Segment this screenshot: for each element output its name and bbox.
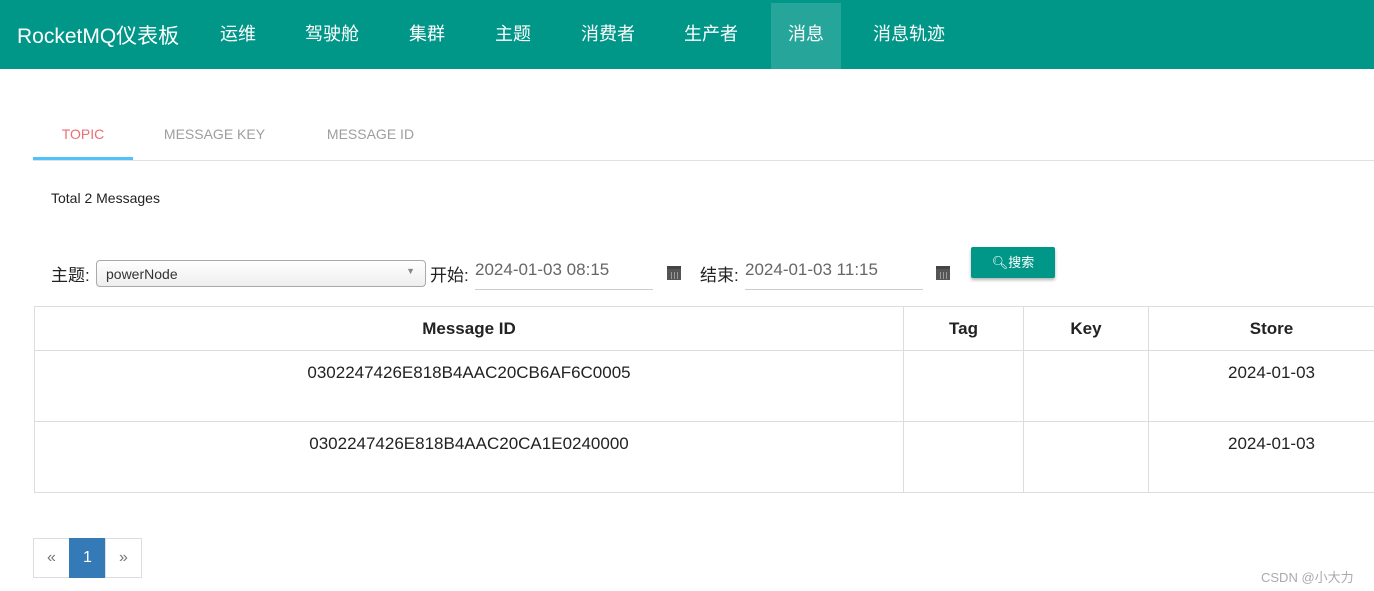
- col-message-id: Message ID: [34, 306, 904, 351]
- tab-message-key[interactable]: MESSAGE KEY: [148, 110, 281, 160]
- start-label: 开始:: [430, 266, 469, 285]
- message-id: 0302247426E818B4AAC20CA1E0240000: [34, 421, 904, 493]
- nav-cluster[interactable]: 集群: [392, 3, 462, 69]
- next-page-button[interactable]: »: [105, 538, 142, 578]
- key: [1023, 350, 1149, 422]
- topic-select[interactable]: powerNode ▼: [96, 260, 426, 287]
- col-tag: Tag: [903, 306, 1024, 351]
- calendar-icon[interactable]: [667, 266, 681, 280]
- end-label: 结束:: [700, 266, 739, 285]
- table-header: Message ID Tag Key Store: [34, 306, 1374, 351]
- tab-topic[interactable]: TOPIC: [33, 110, 133, 160]
- pagination: « 1 »: [33, 538, 142, 578]
- prev-page-button[interactable]: «: [33, 538, 70, 578]
- nav-consumer[interactable]: 消费者: [564, 3, 652, 69]
- calendar-icon[interactable]: [936, 266, 950, 280]
- nav-message[interactable]: 消息: [771, 3, 841, 69]
- top-navbar: RocketMQ仪表板 运维 驾驶舱 集群 主题 消费者 生产者 消息 消息轨迹: [0, 0, 1374, 69]
- nav-ops[interactable]: 运维: [203, 3, 273, 69]
- nav-dashboard[interactable]: 驾驶舱: [288, 3, 376, 69]
- start-time-input[interactable]: 2024-01-03 08:15: [475, 257, 653, 290]
- store-time: 2024-01-03: [1148, 350, 1374, 422]
- message-id: 0302247426E818B4AAC20CB6AF6C0005: [34, 350, 904, 422]
- tag: [903, 421, 1024, 493]
- page-1-button[interactable]: 1: [69, 538, 106, 578]
- brand[interactable]: RocketMQ仪表板: [17, 20, 179, 50]
- watermark: CSDN @小大力: [1261, 570, 1354, 585]
- nav-topic[interactable]: 主题: [478, 3, 548, 69]
- search-button[interactable]: 🔍︎搜索: [971, 247, 1055, 278]
- table-row: 0302247426E818B4AAC20CB6AF6C0005 2024-01…: [34, 350, 1374, 422]
- total-messages: Total 2 Messages: [51, 190, 160, 206]
- col-key: Key: [1023, 306, 1149, 351]
- topic-label: 主题:: [51, 266, 90, 285]
- key: [1023, 421, 1149, 493]
- store-time: 2024-01-03: [1148, 421, 1374, 493]
- tag: [903, 350, 1024, 422]
- nav-message-trace[interactable]: 消息轨迹: [856, 3, 962, 69]
- topic-value: powerNode: [106, 266, 178, 282]
- search-icon: 🔍︎: [991, 255, 1009, 270]
- search-tabs: TOPIC MESSAGE KEY MESSAGE ID: [33, 110, 1374, 161]
- tab-message-id[interactable]: MESSAGE ID: [313, 110, 428, 160]
- end-time-input[interactable]: 2024-01-03 11:15: [745, 257, 923, 290]
- messages-table: Message ID Tag Key Store 0302247426E818B…: [34, 306, 1374, 493]
- table-row: 0302247426E818B4AAC20CA1E0240000 2024-01…: [34, 421, 1374, 493]
- col-store-time: Store: [1148, 306, 1374, 351]
- dropdown-arrow-icon: ▼: [406, 266, 415, 276]
- nav-producer[interactable]: 生产者: [667, 3, 755, 69]
